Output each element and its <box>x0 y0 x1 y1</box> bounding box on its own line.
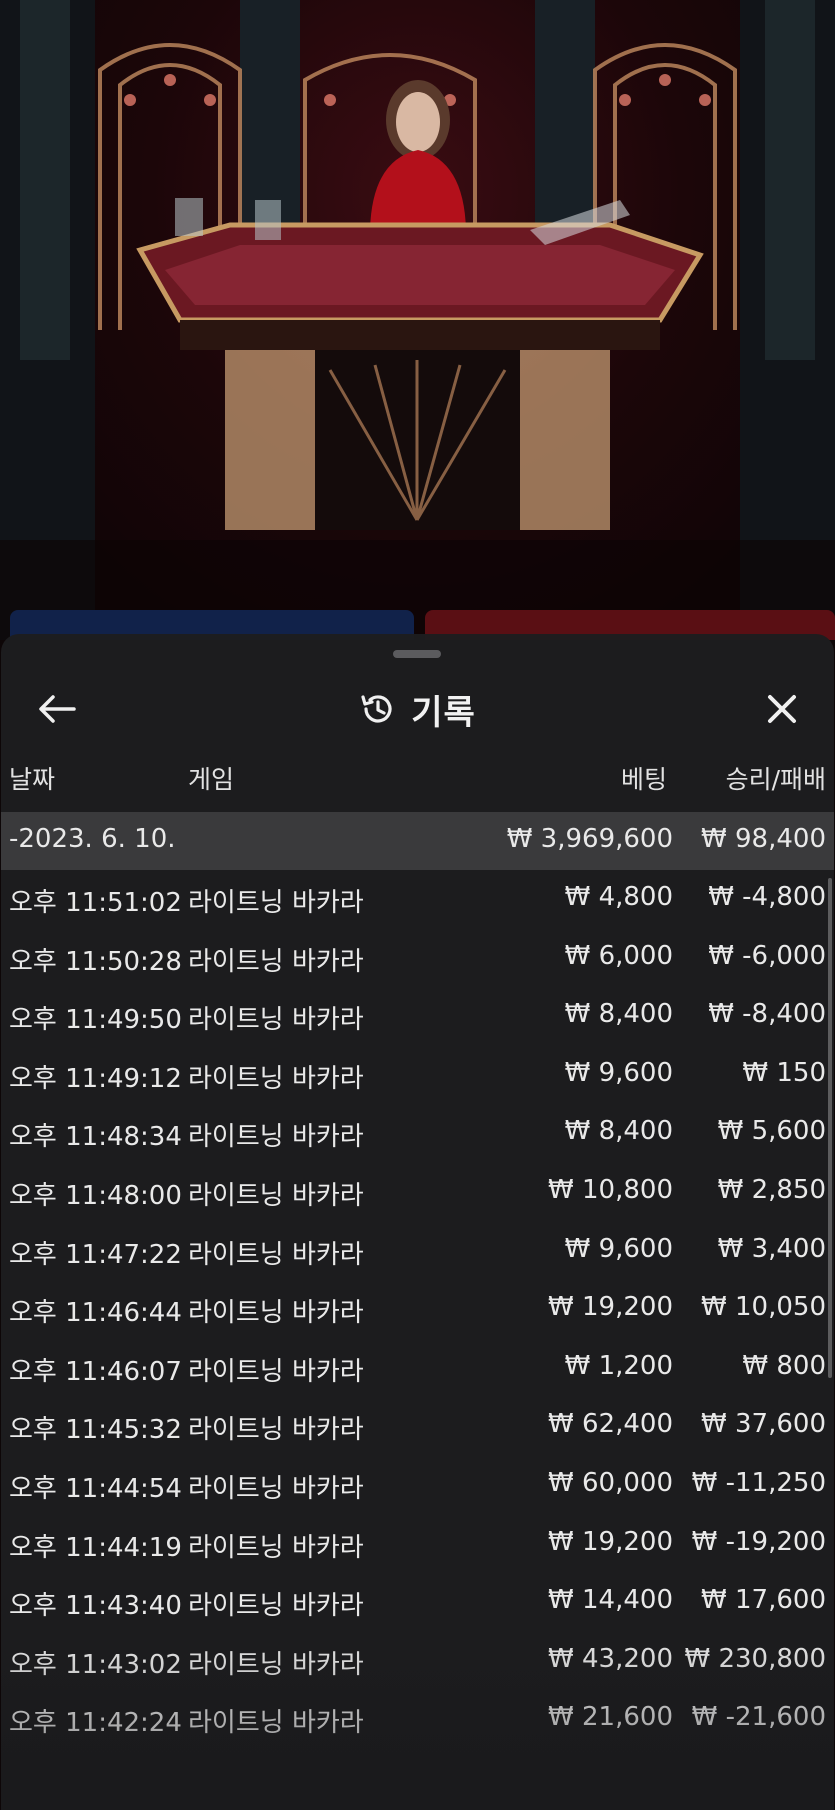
row-game: 라이트닝 바카라 <box>188 1649 364 1680</box>
column-header-result[interactable]: 승리/패배 <box>726 760 826 794</box>
row-game: 라이트닝 바카라 <box>188 1239 364 1270</box>
row-time: 오후 11:44:54 <box>9 1473 182 1504</box>
history-row[interactable]: 오후 11:44:19 라이트닝 바카라 ₩ 19,200 ₩ -19,200 <box>1 1515 834 1574</box>
row-result: ₩ 10,050 <box>701 1292 826 1323</box>
row-time: 오후 11:46:44 <box>9 1298 182 1329</box>
history-row[interactable]: 오후 11:47:22 라이트닝 바카라 ₩ 9,600 ₩ 3,400 <box>1 1222 834 1281</box>
row-time: 오후 11:49:50 <box>9 1005 182 1036</box>
drag-handle[interactable] <box>393 650 441 658</box>
row-bet: ₩ 60,000 <box>548 1467 673 1498</box>
row-game: 라이트닝 바카라 <box>188 1122 364 1153</box>
history-icon <box>361 695 392 723</box>
row-result: ₩ -8,400 <box>708 999 826 1030</box>
row-bet: ₩ 1,200 <box>564 1350 673 1381</box>
row-time: 오후 11:46:07 <box>9 1356 182 1387</box>
history-row[interactable]: 오후 11:49:12 라이트닝 바카라 ₩ 9,600 ₩ 150 <box>1 1046 834 1105</box>
day-summary-result: ₩ 98,400 <box>701 824 826 854</box>
sheet-title-group: 기록 <box>1 686 834 733</box>
day-summary-row[interactable]: -2023. 6. 10. ₩ 3,969,600 ₩ 98,400 <box>1 812 834 870</box>
row-time: 오후 11:44:19 <box>9 1532 182 1563</box>
row-game: 라이트닝 바카라 <box>188 1591 364 1622</box>
column-header-game[interactable]: 게임 <box>188 760 234 794</box>
row-game: 라이트닝 바카라 <box>188 946 364 977</box>
row-result: ₩ -4,800 <box>708 882 826 912</box>
history-row[interactable]: 오후 11:42:24 라이트닝 바카라 ₩ 21,600 ₩ -21,600 <box>1 1690 834 1749</box>
row-time: 오후 11:47:22 <box>9 1239 182 1270</box>
history-row[interactable]: 오후 11:51:02 라이트닝 바카라 ₩ 4,800 ₩ -4,800 <box>1 870 834 929</box>
row-result: ₩ 3,400 <box>717 1233 826 1264</box>
row-bet: ₩ 21,600 <box>548 1702 673 1733</box>
casino-table-scene <box>0 0 835 640</box>
history-row[interactable]: 오후 11:48:00 라이트닝 바카라 ₩ 10,800 ₩ 2,850 <box>1 1163 834 1222</box>
row-game: 라이트닝 바카라 <box>188 1415 364 1446</box>
row-time: 오후 11:42:24 <box>9 1708 182 1739</box>
row-bet: ₩ 8,400 <box>564 1116 673 1147</box>
row-bet: ₩ 19,200 <box>548 1526 673 1557</box>
history-row[interactable]: 오후 11:46:44 라이트닝 바카라 ₩ 19,200 ₩ 10,050 <box>1 1280 834 1339</box>
row-game: 라이트닝 바카라 <box>188 1005 364 1036</box>
row-result: ₩ -6,000 <box>708 940 826 971</box>
row-game: 라이트닝 바카라 <box>188 1532 364 1563</box>
row-game: 라이트닝 바카라 <box>188 1708 364 1739</box>
row-bet: ₩ 62,400 <box>548 1409 673 1440</box>
history-row[interactable]: 오후 11:45:32 라이트닝 바카라 ₩ 62,400 ₩ 37,600 <box>1 1397 834 1456</box>
close-button[interactable] <box>756 686 808 732</box>
column-header-bet[interactable]: 베팅 <box>621 760 667 794</box>
history-sheet: 기록 날짜 게임 베팅 승리/패배 -2023. 6. 10. ₩ 3,969,… <box>1 634 834 1810</box>
row-result: ₩ 150 <box>742 1057 826 1088</box>
row-time: 오후 11:43:40 <box>9 1591 182 1622</box>
row-bet: ₩ 14,400 <box>548 1585 673 1616</box>
scrollbar[interactable] <box>828 878 832 1378</box>
history-row[interactable]: 오후 11:50:28 라이트닝 바카라 ₩ 6,000 ₩ -6,000 <box>1 929 834 988</box>
history-row[interactable]: 오후 11:48:34 라이트닝 바카라 ₩ 8,400 ₩ 5,600 <box>1 1104 834 1163</box>
row-result: ₩ 230,800 <box>684 1643 827 1674</box>
sheet-header: 기록 <box>1 674 834 744</box>
row-time: 오후 11:48:34 <box>9 1122 182 1153</box>
row-result: ₩ 2,850 <box>717 1174 826 1205</box>
row-time: 오후 11:45:32 <box>9 1415 182 1446</box>
history-row[interactable]: 오후 11:46:07 라이트닝 바카라 ₩ 1,200 ₩ 800 <box>1 1339 834 1398</box>
row-bet: ₩ 9,600 <box>564 1233 673 1264</box>
history-list: 오후 11:51:02 라이트닝 바카라 ₩ 4,800 ₩ -4,800 오후… <box>1 870 834 1749</box>
row-bet: ₩ 6,000 <box>564 940 673 971</box>
row-game: 라이트닝 바카라 <box>188 888 364 918</box>
history-row[interactable]: 오후 11:43:40 라이트닝 바카라 ₩ 14,400 ₩ 17,600 <box>1 1573 834 1632</box>
day-summary-bet: ₩ 3,969,600 <box>506 824 673 854</box>
row-result: ₩ 5,600 <box>717 1116 826 1147</box>
row-bet: ₩ 10,800 <box>548 1174 673 1205</box>
row-result: ₩ -19,200 <box>691 1526 826 1557</box>
history-row[interactable]: 오후 11:43:02 라이트닝 바카라 ₩ 43,200 ₩ 230,800 <box>1 1632 834 1691</box>
history-row[interactable]: 오후 11:44:54 라이트닝 바카라 ₩ 60,000 ₩ -11,250 <box>1 1456 834 1515</box>
row-result: ₩ 17,600 <box>701 1585 826 1616</box>
row-bet: ₩ 4,800 <box>564 882 673 912</box>
row-time: 오후 11:48:00 <box>9 1180 182 1211</box>
row-bet: ₩ 8,400 <box>564 999 673 1030</box>
row-time: 오후 11:51:02 <box>9 888 182 918</box>
day-summary-date: -2023. 6. 10. <box>9 824 176 854</box>
row-time: 오후 11:50:28 <box>9 946 182 977</box>
row-result: ₩ 37,600 <box>701 1409 826 1440</box>
row-bet: ₩ 9,600 <box>564 1057 673 1088</box>
row-bet: ₩ 43,200 <box>548 1643 673 1674</box>
row-game: 라이트닝 바카라 <box>188 1063 364 1094</box>
page-title: 기록 <box>411 692 476 733</box>
row-game: 라이트닝 바카라 <box>188 1473 364 1504</box>
row-result: ₩ -11,250 <box>691 1467 826 1498</box>
row-time: 오후 11:49:12 <box>9 1063 182 1094</box>
row-bet: ₩ 19,200 <box>548 1292 673 1323</box>
row-game: 라이트닝 바카라 <box>188 1298 364 1329</box>
row-game: 라이트닝 바카라 <box>188 1180 364 1211</box>
row-result: ₩ 800 <box>742 1350 826 1381</box>
live-video-stream <box>0 0 835 640</box>
history-row[interactable]: 오후 11:49:50 라이트닝 바카라 ₩ 8,400 ₩ -8,400 <box>1 987 834 1046</box>
row-game: 라이트닝 바카라 <box>188 1356 364 1387</box>
row-time: 오후 11:43:02 <box>9 1649 182 1680</box>
close-icon <box>768 695 796 723</box>
column-header-date[interactable]: 날짜 <box>9 760 55 794</box>
row-result: ₩ -21,600 <box>691 1702 826 1733</box>
